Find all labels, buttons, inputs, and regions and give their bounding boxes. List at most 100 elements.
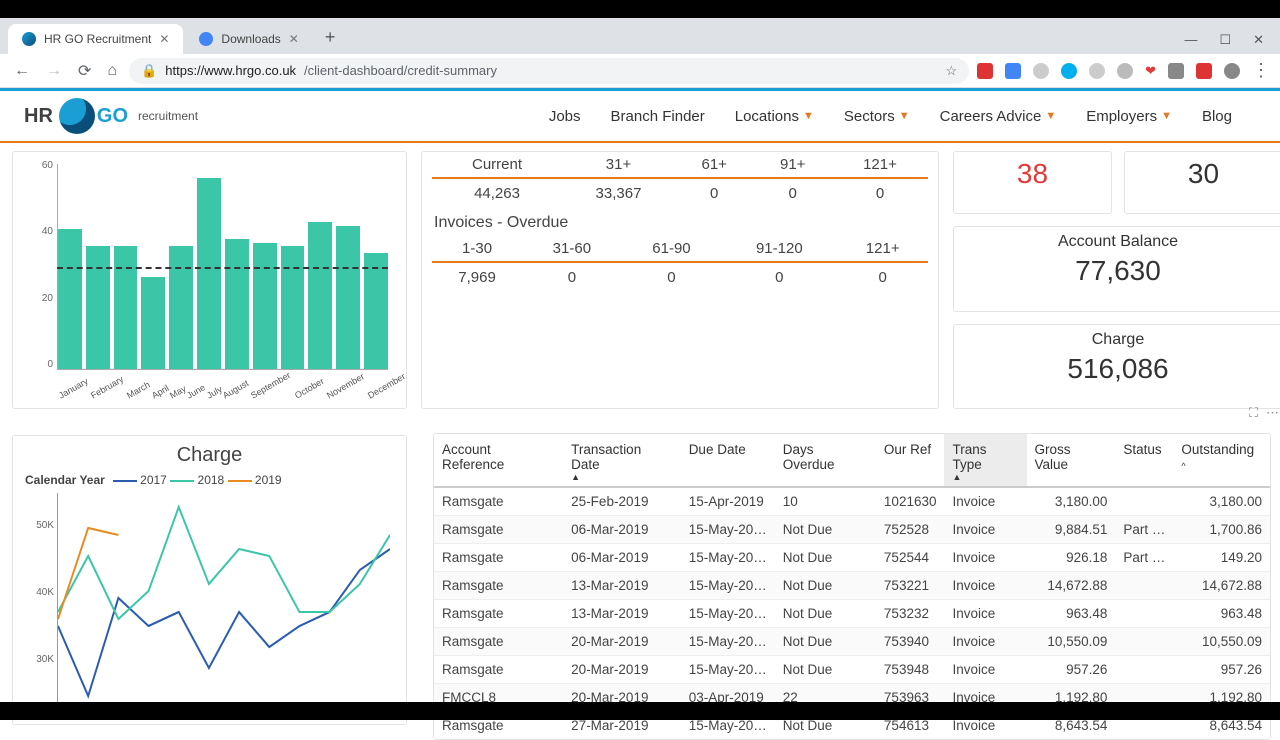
cell: Not Due: [775, 656, 876, 684]
table-tools: ⛶ ⋯: [1249, 405, 1279, 421]
col-header[interactable]: 121+: [837, 236, 928, 262]
cell: 963.48: [1173, 600, 1270, 628]
col-header[interactable]: Outstanding ^: [1173, 434, 1270, 487]
back-icon[interactable]: ←: [10, 58, 34, 84]
cell: 06-Mar-2019: [563, 516, 681, 544]
cell: 0: [622, 262, 722, 292]
col-header[interactable]: Transaction Date▲: [563, 434, 681, 487]
nav-link[interactable]: Jobs: [549, 108, 581, 125]
col-header[interactable]: 1-30: [432, 236, 522, 262]
ext-icon[interactable]: [1005, 63, 1021, 79]
home-icon[interactable]: ⌂: [103, 58, 121, 84]
cell: Invoice: [944, 656, 1026, 684]
ext-icon[interactable]: [1033, 63, 1049, 79]
table-row[interactable]: Ramsgate20-Mar-201915-May-20…Not Due7539…: [434, 656, 1270, 684]
camera-icon[interactable]: [1168, 63, 1184, 79]
col-header[interactable]: Trans Type▲: [944, 434, 1026, 487]
table-row[interactable]: Ramsgate06-Mar-201915-May-20…Not Due7525…: [434, 544, 1270, 572]
logo-mark-icon: [59, 98, 95, 134]
nav-link[interactable]: Sectors▼: [844, 108, 910, 125]
col-header[interactable]: 31-60: [522, 236, 622, 262]
maximize-icon[interactable]: ☐: [1219, 32, 1231, 48]
kpi-card: 30: [1124, 151, 1280, 214]
col-header[interactable]: 121+: [832, 152, 928, 178]
ext-icon[interactable]: [977, 63, 993, 79]
line-series: [58, 528, 118, 619]
close-icon[interactable]: ✕: [159, 32, 169, 46]
col-header[interactable]: 61-90: [622, 236, 722, 262]
col-header[interactable]: Due Date: [681, 434, 775, 487]
chart-title: Charge: [23, 444, 396, 467]
cell: 44,263: [432, 178, 562, 208]
col-header[interactable]: Gross Value: [1027, 434, 1116, 487]
focus-icon[interactable]: ⛶: [1249, 405, 1258, 421]
table-row[interactable]: Ramsgate13-Mar-201915-May-20…Not Due7532…: [434, 600, 1270, 628]
col-header[interactable]: Status: [1115, 434, 1173, 487]
line-series: [58, 507, 390, 619]
cell: 15-May-20…: [681, 656, 775, 684]
cell: 06-Mar-2019: [563, 544, 681, 572]
col-header[interactable]: 91-120: [721, 236, 837, 262]
cell: 15-May-20…: [681, 572, 775, 600]
col-header[interactable]: Days Overdue: [775, 434, 876, 487]
kpi-value: 30: [1129, 158, 1278, 190]
cell: 7,969: [432, 262, 522, 292]
reference-line: [57, 267, 388, 269]
nav-link[interactable]: Blog: [1202, 108, 1232, 125]
browser-chrome: HR GO Recruitment ✕ Downloads ✕ + — ☐ ✕ …: [0, 18, 1280, 91]
cell: Part …: [1115, 544, 1173, 572]
nav-link[interactable]: Careers Advice▼: [940, 108, 1057, 125]
table-row[interactable]: Ramsgate13-Mar-201915-May-20…Not Due7532…: [434, 572, 1270, 600]
table-row[interactable]: Ramsgate25-Feb-201915-Apr-2019101021630I…: [434, 487, 1270, 516]
skype-icon[interactable]: [1061, 63, 1077, 79]
ext-icon[interactable]: [1089, 63, 1105, 79]
kpi-value: 38: [958, 158, 1107, 190]
more-icon[interactable]: ⋯: [1266, 405, 1279, 421]
cell: 25-Feb-2019: [563, 487, 681, 516]
logo[interactable]: HRGO recruitment: [24, 98, 198, 134]
cell: 753940: [876, 628, 945, 656]
cell: 10,550.09: [1027, 628, 1116, 656]
ext-icon[interactable]: [1196, 63, 1212, 79]
table-row[interactable]: Ramsgate20-Mar-201915-May-20…Not Due7539…: [434, 628, 1270, 656]
profile-icon[interactable]: [1224, 63, 1240, 79]
cell: [1115, 656, 1173, 684]
menu-icon[interactable]: ⋮: [1252, 60, 1270, 81]
browser-tab[interactable]: Downloads ✕: [185, 24, 312, 54]
browser-tab-active[interactable]: HR GO Recruitment ✕: [8, 24, 183, 54]
col-header[interactable]: 31+: [562, 152, 675, 178]
heart-icon[interactable]: ❤: [1145, 63, 1156, 79]
col-header[interactable]: 61+: [675, 152, 754, 178]
url-path: /client-dashboard/credit-summary: [304, 63, 497, 78]
address-bar-row: ← → ⟳ ⌂ 🔒 https://www.hrgo.co.uk/client-…: [0, 54, 1280, 88]
minimize-icon[interactable]: —: [1184, 32, 1197, 48]
col-header[interactable]: 91+: [753, 152, 832, 178]
cell: 3,180.00: [1173, 487, 1270, 516]
close-window-icon[interactable]: ✕: [1253, 32, 1264, 48]
cell: Not Due: [775, 628, 876, 656]
ext-icon[interactable]: [1117, 63, 1133, 79]
y-tick: 40K: [26, 587, 54, 598]
col-header[interactable]: Account Reference: [434, 434, 563, 487]
forward-icon[interactable]: →: [42, 58, 66, 84]
legend-item: 2019: [252, 473, 282, 487]
transactions-table-card: Account ReferenceTransaction Date▲Due Da…: [433, 433, 1271, 740]
reload-icon[interactable]: ⟳: [74, 57, 95, 85]
address-bar[interactable]: 🔒 https://www.hrgo.co.uk/client-dashboar…: [129, 58, 969, 84]
new-tab-button[interactable]: +: [315, 21, 346, 54]
close-icon[interactable]: ✕: [289, 32, 299, 46]
nav-link[interactable]: Branch Finder: [611, 108, 705, 125]
star-icon[interactable]: ☆: [945, 63, 957, 79]
legend-item: 2017: [137, 473, 170, 487]
chevron-down-icon: ▼: [803, 110, 814, 122]
chart-plot: 30K40K50K: [57, 493, 390, 703]
nav-link[interactable]: Employers▼: [1086, 108, 1172, 125]
bar-chart-card: 6040200 JanuaryFebruaryMarchAprilMayJune…: [12, 151, 407, 409]
nav-link[interactable]: Locations▼: [735, 108, 814, 125]
col-header[interactable]: Current: [432, 152, 562, 178]
col-header[interactable]: Our Ref: [876, 434, 945, 487]
table-row[interactable]: Ramsgate06-Mar-201915-May-20…Not Due7525…: [434, 516, 1270, 544]
sort-asc-icon: ▲: [571, 472, 673, 482]
download-icon: [199, 32, 213, 46]
bar: [308, 222, 332, 369]
